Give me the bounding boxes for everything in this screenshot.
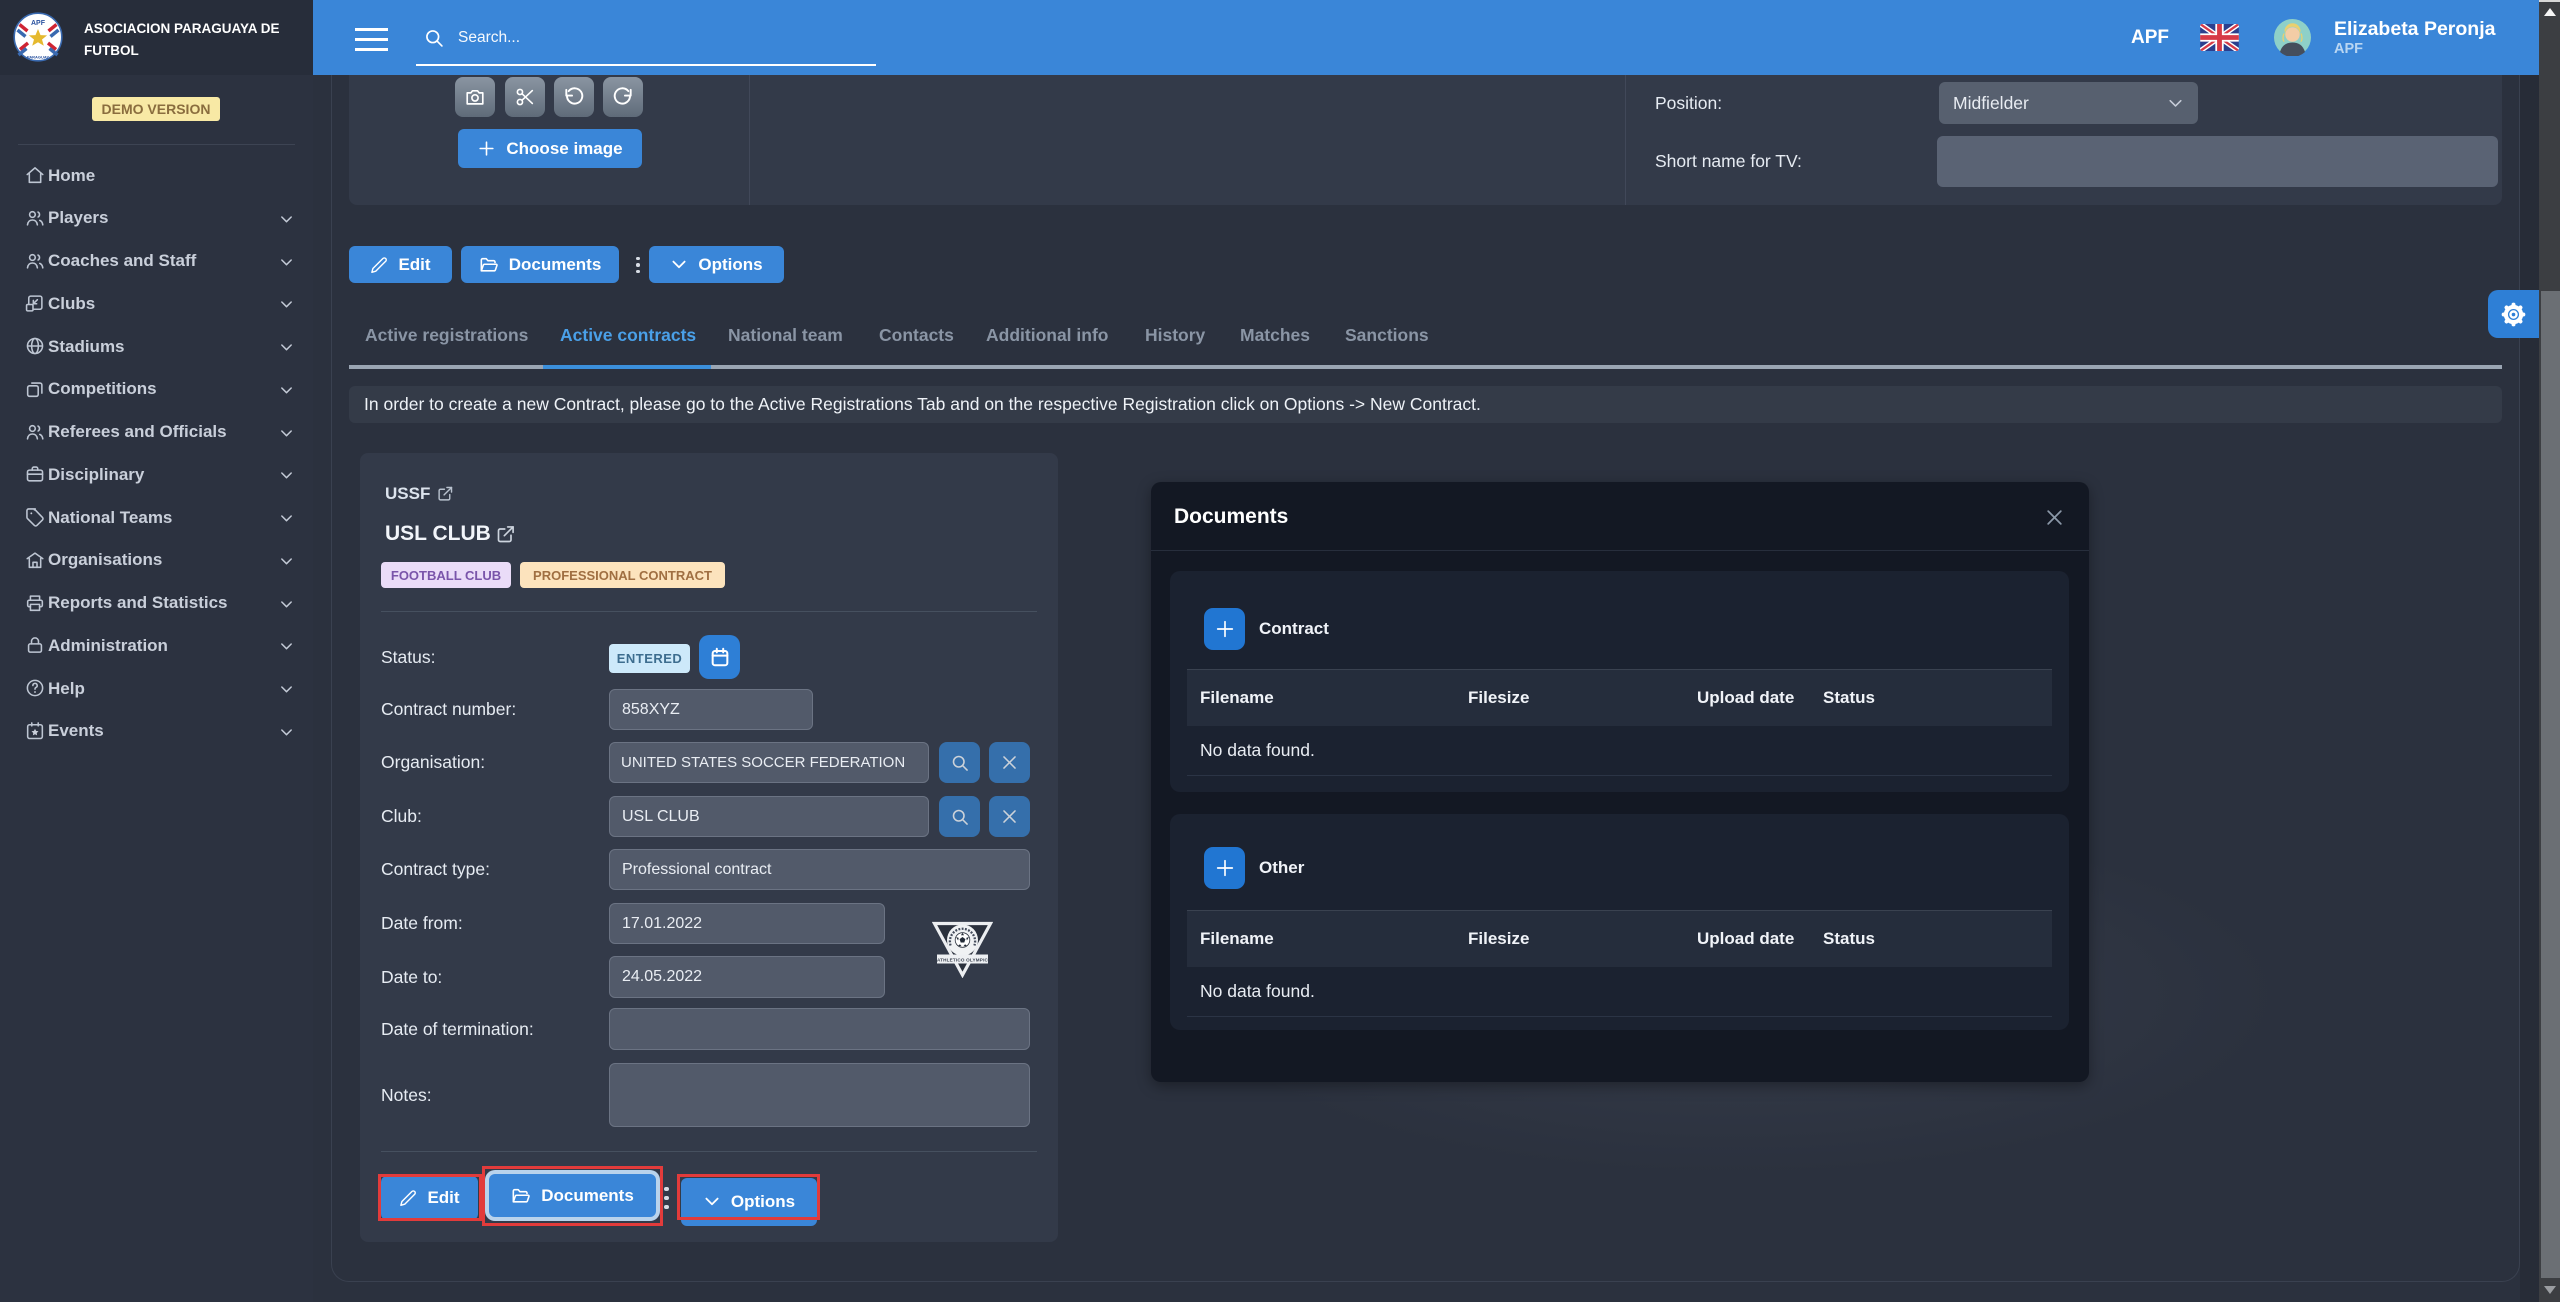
svg-text:APF: APF <box>31 20 46 27</box>
svg-text:ATHLETICO OLYMPIC: ATHLETICO OLYMPIC <box>937 957 989 962</box>
svg-text:PARAGUAY: PARAGUAY <box>27 55 50 60</box>
